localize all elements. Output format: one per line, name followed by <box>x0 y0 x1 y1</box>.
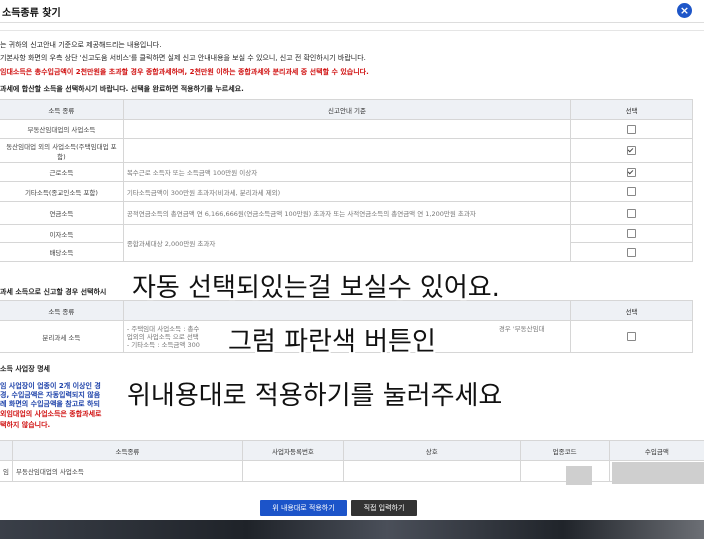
reg-no-cell <box>241 460 345 482</box>
industry-code-cell <box>519 460 610 482</box>
row-prefix: 임 <box>0 460 13 482</box>
criteria-cell <box>122 119 572 139</box>
business-note: 외임대업의 사업소득은 종합과세로 <box>0 410 102 418</box>
income-type-cell: 동산임대업 외의 사업소득(주택임대업 포함) <box>0 138 124 163</box>
criteria-cell <box>122 138 572 163</box>
income-type-dialog: 소득종류 찾기 × 는 귀하의 신고안내 기준으로 제공해드리는 내용입니다. … <box>0 0 704 520</box>
criteria-cell: 복수근로 소득자 또는 소득금액 100만원 이상자 <box>122 162 572 182</box>
income-type-cell: 부동산임대업의 사업소득 <box>11 460 243 482</box>
separate-tax-title: 과세 소득으로 신고할 경우 선택하시 <box>0 288 107 296</box>
table-row: 부동산임대업의 사업소득 <box>0 119 693 139</box>
income-type-cell: 배당소득 <box>0 242 124 262</box>
column-header-name: 상호 <box>343 440 521 461</box>
business-table: 소득종류 사업자등록번호 상호 업종코드 수입금액 임 부동산임대업의 사업소득 <box>0 440 704 482</box>
income-type-cell: 분리과세 소득 <box>0 320 124 353</box>
caption-line-3: 위내용대로 적용하기를 눌러주세요 <box>127 381 503 411</box>
select-checkbox[interactable] <box>627 247 637 257</box>
business-name-cell <box>343 460 521 482</box>
column-header-amount: 수입금액 <box>608 440 704 461</box>
column-header-reg-no: 사업자등록번호 <box>241 440 345 461</box>
income-type-cell: 근로소득 <box>0 162 124 182</box>
select-checkbox[interactable] <box>627 229 637 238</box>
manual-input-button[interactable]: 직접 입력하기 <box>351 500 417 516</box>
industry-code-input[interactable] <box>566 466 592 485</box>
info-note-2: 기본사항 화면의 우측 상단 '신고도움 서비스'를 클릭하면 실제 신고 안내… <box>0 54 366 62</box>
select-checkbox[interactable] <box>627 124 637 134</box>
business-note: 례 화면의 수입금액을 참고로 하되 <box>0 400 100 408</box>
dialog-title: 소득종류 찾기 <box>2 8 61 19</box>
caption-line-2: 그럼 파란색 버튼인 <box>228 327 436 357</box>
column-header-code: 업종코드 <box>519 440 610 461</box>
column-header-select: 선택 <box>570 99 693 120</box>
column-header-select: 선택 <box>570 300 693 321</box>
table-row: 동산임대업 외의 사업소득(주택임대업 포함) <box>0 138 693 163</box>
select-checkbox[interactable] <box>627 167 637 177</box>
column-header-type: 소득 종류 <box>0 99 124 120</box>
caption-line-1: 자동 선택되있는걸 보실수 있어요. <box>132 273 500 303</box>
table-row: 연금소득 공적연금소득의 총연금액 연 6,166,666원(연금소득금액 10… <box>0 201 693 225</box>
column-header-criteria: 신고안내 기준 <box>122 99 572 120</box>
dialog-titlebar: 소득종류 찾기 × <box>0 0 704 23</box>
income-type-table: 소득 종류 신고안내 기준 선택 부동산임대업의 사업소득 동산임대업 외의 사… <box>0 99 693 262</box>
income-type-cell: 부동산임대업의 사업소득 <box>0 119 124 139</box>
info-note-3: 임대소득은 총수입금액이 2천만원을 초과할 경우 종합과세하며, 2천만원 이… <box>0 68 369 76</box>
background-desktop <box>0 520 704 539</box>
income-type-cell: 이자소득 <box>0 224 124 243</box>
criteria-cell: 공적연금소득의 총연금액 연 6,166,666원(연금소득금액 100만원) … <box>122 201 572 225</box>
info-note-4: 과세에 합산할 소득을 선택하시기 바랍니다. 선택을 완료하면 적용하기를 누… <box>0 85 244 93</box>
criteria-tail: 경우 '부동산임대 <box>498 325 545 333</box>
amount-input[interactable] <box>612 462 704 484</box>
divider <box>0 30 704 31</box>
select-checkbox[interactable] <box>627 187 637 196</box>
income-type-cell: 기타소득(종교인소득 포함) <box>0 181 124 202</box>
select-checkbox[interactable] <box>627 208 637 218</box>
table-row: 기타소득(종교인소득 포함) 기타소득금액이 300만원 초과자(비과세, 분리… <box>0 181 693 202</box>
table-row: 근로소득 복수근로 소득자 또는 소득금액 100만원 이상자 <box>0 162 693 182</box>
apply-button[interactable]: 위 내용대로 적용하기 <box>260 500 347 516</box>
close-icon[interactable]: × <box>677 3 692 18</box>
table-row: 이자소득 종합과세대상 2,000만원 초과자 <box>0 224 693 262</box>
column-header-type: 소득종류 <box>11 440 243 461</box>
business-section-title: 소득 사업장 명세 <box>0 365 50 373</box>
info-note-1: 는 귀하의 신고안내 기준으로 제공해드리는 내용입니다. <box>0 41 162 49</box>
criteria-cell: 종합과세대상 2,000만원 초과자 <box>122 224 572 262</box>
select-checkbox[interactable] <box>627 332 637 341</box>
income-type-cell: 연금소득 <box>0 201 124 225</box>
select-checkbox[interactable] <box>627 146 637 155</box>
column-header-check <box>0 440 13 461</box>
business-note: 택하지 않습니다. <box>0 421 51 429</box>
column-header-type: 소득 종류 <box>0 300 124 321</box>
criteria-cell: 기타소득금액이 300만원 초과자(비과세, 분리과세 제외) <box>122 181 572 202</box>
table-row: 임 부동산임대업의 사업소득 <box>0 460 704 482</box>
